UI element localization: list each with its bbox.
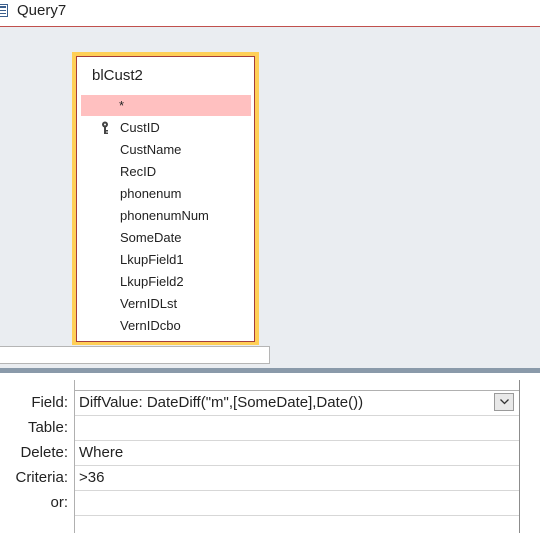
row-label-delete: Delete: bbox=[20, 444, 68, 461]
grid-column-1: DiffValue: DateDiff("m",[SomeDate],Date(… bbox=[74, 380, 520, 533]
grid-row-headers: Field: Table: Delete: Criteria: or: bbox=[0, 373, 74, 533]
empty-grid-row[interactable] bbox=[75, 515, 519, 533]
field-item-label: RecID bbox=[120, 164, 157, 179]
table-cell[interactable] bbox=[75, 415, 519, 440]
row-label-or: or: bbox=[50, 494, 68, 511]
field-item-custname[interactable]: CustName bbox=[81, 139, 251, 160]
field-item-label: SomeDate bbox=[120, 230, 182, 245]
field-item-label: * bbox=[119, 98, 125, 113]
query-tab-bar: Query7 bbox=[0, 0, 540, 27]
row-label-criteria: Criteria: bbox=[15, 469, 68, 486]
field-item-label: phonenumNum bbox=[120, 208, 209, 223]
field-list-window[interactable]: blCust2 * CustID CustName RecID phonenum… bbox=[72, 52, 259, 346]
field-item-phonenum[interactable]: phonenum bbox=[81, 183, 251, 204]
field-item-label: CustID bbox=[120, 120, 160, 135]
or-cell[interactable] bbox=[75, 490, 519, 515]
field-item-somedate[interactable]: SomeDate bbox=[81, 227, 251, 248]
field-list-title[interactable]: blCust2 bbox=[92, 67, 143, 84]
field-item-lkupfield1[interactable]: LkupField1 bbox=[81, 249, 251, 270]
field-item-label: LkupField2 bbox=[120, 274, 184, 289]
criteria-cell-value: >36 bbox=[79, 469, 105, 486]
field-dropdown-button[interactable] bbox=[494, 393, 514, 411]
field-item-lkupfield2[interactable]: LkupField2 bbox=[81, 271, 251, 292]
criteria-cell[interactable]: >36 bbox=[75, 465, 519, 490]
scrollbar-thumb[interactable] bbox=[0, 346, 270, 364]
row-label-table: Table: bbox=[27, 419, 68, 436]
primary-key-icon bbox=[101, 120, 111, 134]
delete-cell[interactable]: Where bbox=[75, 440, 519, 465]
field-item-all[interactable]: * bbox=[81, 95, 251, 116]
field-cell[interactable]: DiffValue: DateDiff("m",[SomeDate],Date(… bbox=[75, 390, 519, 415]
field-item-vernidlst[interactable]: VernIDLst bbox=[81, 293, 251, 314]
field-item-custid[interactable]: CustID bbox=[81, 117, 251, 138]
field-item-vernidcbo[interactable]: VernIDcbo bbox=[81, 315, 251, 336]
field-item-label: phonenum bbox=[120, 186, 182, 201]
row-label-field: Field: bbox=[31, 394, 68, 411]
field-item-recid[interactable]: RecID bbox=[81, 161, 251, 182]
query-design-grid: Field: Table: Delete: Criteria: or: Diff… bbox=[0, 373, 540, 533]
design-area-scrollbar[interactable] bbox=[0, 345, 540, 370]
field-item-label: VernIDcbo bbox=[120, 318, 181, 333]
field-item-phonenumnum[interactable]: phonenumNum bbox=[81, 205, 251, 226]
field-list-body: blCust2 * CustID CustName RecID phonenum… bbox=[76, 56, 255, 342]
field-item-label: CustName bbox=[120, 142, 182, 157]
field-cell-value: DiffValue: DateDiff("m",[SomeDate],Date(… bbox=[79, 394, 364, 411]
field-item-label: LkupField1 bbox=[120, 252, 184, 267]
query-icon bbox=[0, 4, 8, 17]
field-item-label: VernIDLst bbox=[120, 296, 178, 311]
query-tab-title[interactable]: Query7 bbox=[17, 2, 66, 20]
delete-cell-value: Where bbox=[79, 444, 124, 461]
